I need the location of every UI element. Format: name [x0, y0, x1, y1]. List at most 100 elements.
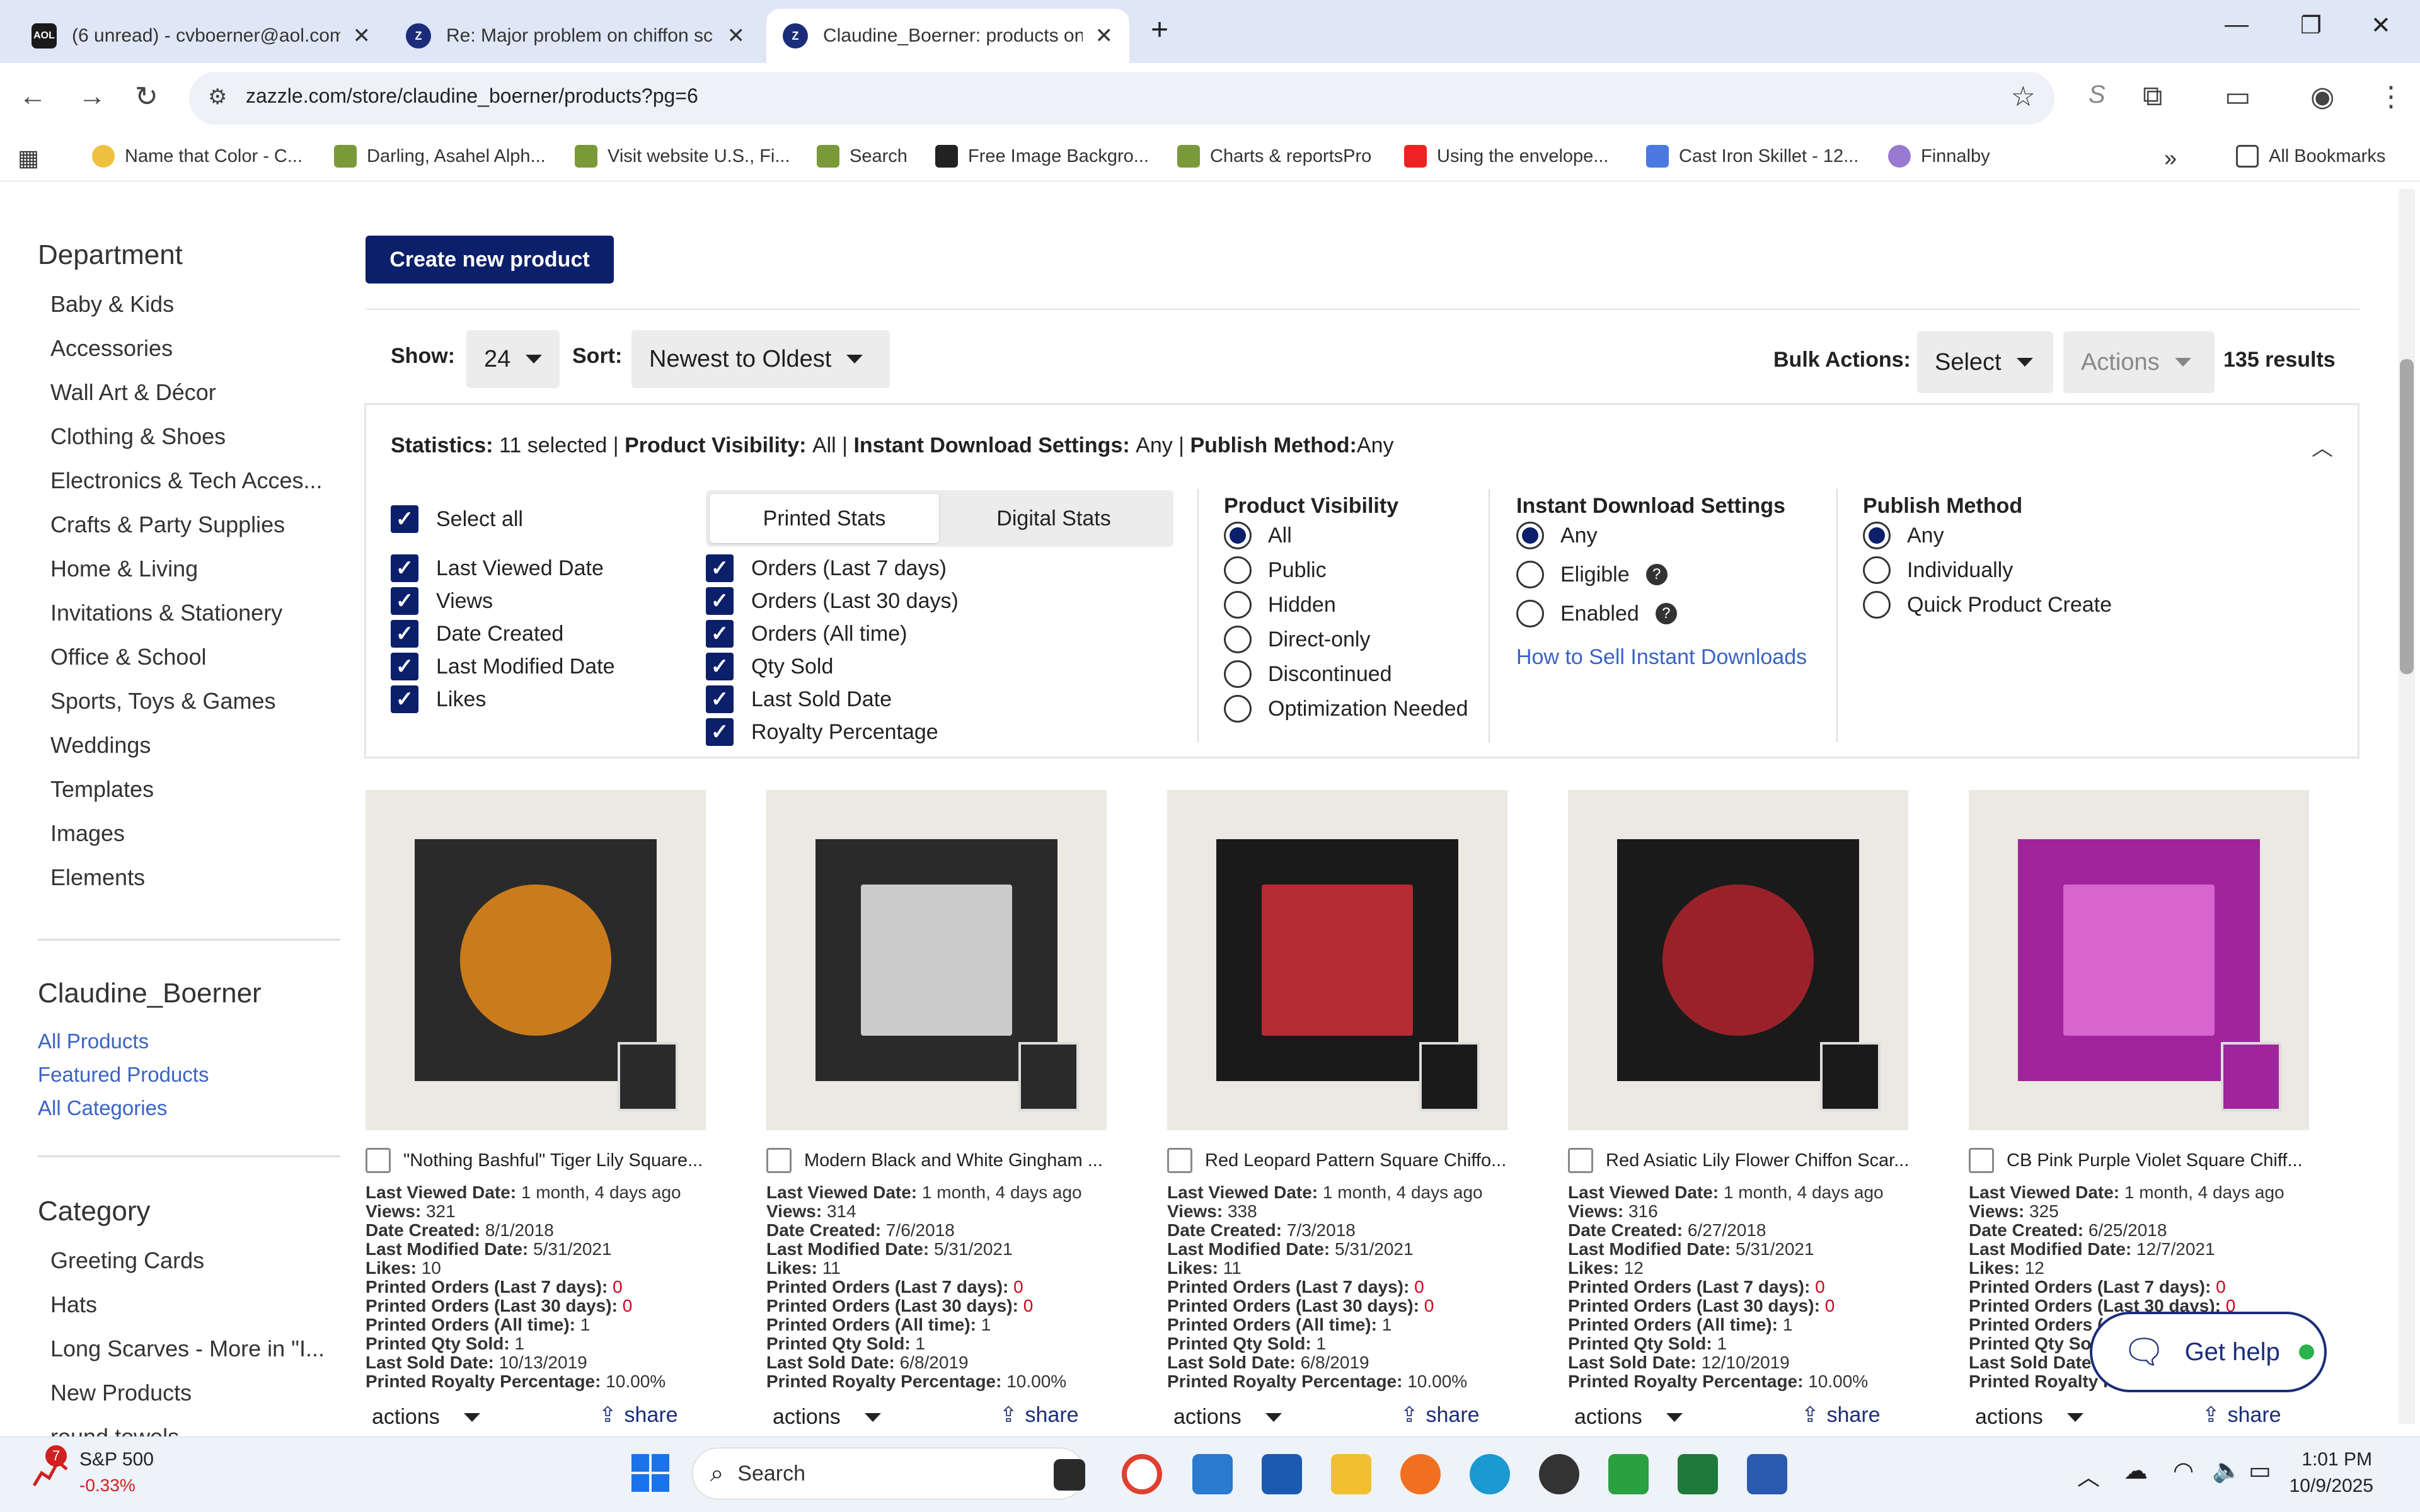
more-bookmarks-icon[interactable]: »: [2164, 145, 2177, 171]
product-image[interactable]: [766, 790, 1107, 1130]
minimize-icon[interactable]: —: [2225, 11, 2249, 38]
actions-dropdown[interactable]: actions: [1173, 1405, 1282, 1429]
category-item[interactable]: Long Scarves - More in "I...: [50, 1336, 325, 1362]
edge-icon[interactable]: [1470, 1454, 1510, 1494]
close-tab-icon[interactable]: ✕: [1095, 23, 1114, 49]
extension-s-icon[interactable]: S: [2089, 81, 2106, 109]
product-checkbox[interactable]: [366, 1148, 391, 1173]
actions-dropdown[interactable]: actions: [773, 1405, 881, 1429]
wifi-icon[interactable]: ◠: [2173, 1457, 2194, 1485]
cast-icon[interactable]: ▭: [2225, 81, 2251, 113]
product-checkbox[interactable]: [1167, 1148, 1192, 1173]
radio-option[interactable]: Direct-only: [1224, 626, 1370, 653]
radio-option[interactable]: Public: [1224, 556, 1327, 584]
department-item[interactable]: Invitations & Stationery: [50, 600, 282, 626]
stat-checkbox[interactable]: ✓ Orders (Last 30 days): [706, 587, 959, 615]
stat-checkbox[interactable]: ✓ Orders (All time): [706, 620, 907, 648]
bookmark-star-icon[interactable]: ☆: [2011, 81, 2036, 113]
stat-checkbox[interactable]: ✓ Date Created: [391, 620, 563, 648]
apps-grid-icon[interactable]: ▦: [18, 145, 39, 171]
address-bar[interactable]: ⚙ zazzle.com/store/claudine_boerner/prod…: [189, 72, 2054, 125]
forward-icon[interactable]: →: [78, 81, 106, 112]
get-help-button[interactable]: 🗨 Get help: [2090, 1312, 2327, 1392]
tray-overflow-icon[interactable]: ︿: [2077, 1459, 2100, 1492]
file-explorer-icon[interactable]: [1331, 1454, 1371, 1494]
close-tab-icon[interactable]: ✕: [727, 23, 746, 49]
tab-digital-stats[interactable]: Digital Stats: [939, 494, 1168, 543]
task-view-icon[interactable]: [1054, 1459, 1085, 1491]
extensions-icon[interactable]: ⧉: [2143, 81, 2162, 112]
stat-checkbox[interactable]: ✓ Last Sold Date: [706, 685, 892, 713]
category-item[interactable]: Hats: [50, 1292, 97, 1318]
bookmark-item[interactable]: Visit website U.S., Fi...: [575, 145, 790, 168]
excel-icon[interactable]: [1678, 1454, 1718, 1494]
radio-option[interactable]: Eligible?: [1516, 561, 1668, 588]
product-title[interactable]: "Nothing Bashful" Tiger Lily Square...: [403, 1150, 703, 1171]
product-title[interactable]: Red Leopard Pattern Square Chiffo...: [1205, 1150, 1506, 1171]
bookmark-item[interactable]: Cast Iron Skillet - 12...: [1646, 145, 1858, 168]
product-title[interactable]: Modern Black and White Gingham ...: [804, 1150, 1103, 1171]
department-item[interactable]: Office & School: [50, 644, 206, 670]
new-tab-icon[interactable]: +: [1151, 13, 1168, 47]
share-button[interactable]: ⇪ share: [1801, 1402, 1881, 1428]
radio-option[interactable]: Any: [1516, 522, 1598, 549]
battery-icon[interactable]: ▭: [2249, 1457, 2271, 1485]
sort-dropdown[interactable]: Newest to Oldest: [631, 330, 890, 388]
product-image[interactable]: [366, 790, 706, 1130]
product-title[interactable]: Red Asiatic Lily Flower Chiffon Scar...: [1606, 1150, 1909, 1171]
share-button[interactable]: ⇪ share: [599, 1402, 678, 1428]
help-icon[interactable]: ?: [1655, 603, 1677, 624]
bulk-select-dropdown[interactable]: Select: [1917, 331, 2053, 393]
reload-icon[interactable]: ↻: [135, 81, 158, 113]
product-checkbox[interactable]: [766, 1148, 792, 1173]
close-window-icon[interactable]: ✕: [2371, 11, 2391, 40]
collapse-chevron-icon[interactable]: ︿: [2312, 431, 2333, 462]
stat-checkbox[interactable]: ✓ Royalty Percentage: [706, 718, 938, 746]
share-button[interactable]: ⇪ share: [1400, 1402, 1480, 1428]
category-item[interactable]: Greeting Cards: [50, 1247, 204, 1274]
help-icon[interactable]: ?: [1645, 564, 1668, 585]
department-item[interactable]: Sports, Toys & Games: [50, 688, 275, 714]
stat-checkbox[interactable]: ✓ Likes: [391, 685, 486, 713]
category-item[interactable]: New Products: [50, 1380, 192, 1406]
store-link[interactable]: Featured Products: [38, 1063, 209, 1087]
product-checkbox[interactable]: [1969, 1148, 1994, 1173]
radio-option[interactable]: Hidden: [1224, 591, 1336, 619]
department-item[interactable]: Wall Art & Décor: [50, 379, 216, 406]
store-link[interactable]: All Categories: [38, 1096, 167, 1120]
store-link[interactable]: All Products: [38, 1029, 149, 1053]
radio-option[interactable]: Any: [1863, 522, 1944, 549]
product-image[interactable]: [1969, 790, 2309, 1130]
bookmark-item[interactable]: Using the envelope...: [1404, 145, 1608, 168]
radio-option[interactable]: Enabled?: [1516, 600, 1677, 627]
stat-checkbox[interactable]: ✓ Last Modified Date: [391, 653, 615, 680]
stat-checkbox[interactable]: ✓ Qty Sold: [706, 653, 833, 680]
actions-dropdown[interactable]: actions: [372, 1405, 480, 1429]
restore-icon[interactable]: ❐: [2300, 11, 2322, 40]
app-icon[interactable]: [1608, 1454, 1649, 1494]
actions-dropdown[interactable]: actions: [1574, 1405, 1683, 1429]
share-button[interactable]: ⇪ share: [2202, 1402, 2281, 1428]
photos-icon[interactable]: [1192, 1454, 1233, 1494]
tab-aol-mail[interactable]: AOL (6 unread) - cvboerner@aol.com ✕: [15, 9, 387, 63]
bookmark-item[interactable]: Charts & reportsPro: [1177, 145, 1371, 168]
radio-option[interactable]: All: [1224, 522, 1292, 549]
radio-option[interactable]: Discontinued: [1224, 660, 1392, 688]
show-dropdown[interactable]: 24: [466, 330, 560, 388]
bookmark-item[interactable]: Search: [817, 145, 908, 168]
tab-claudine-products[interactable]: Z Claudine_Boerner: products on ✕: [766, 9, 1129, 63]
scrollbar-thumb[interactable]: [2400, 359, 2414, 674]
radio-option[interactable]: Optimization Needed: [1224, 695, 1468, 723]
department-item[interactable]: Clothing & Shoes: [50, 423, 226, 450]
stat-checkbox[interactable]: ✓ Orders (Last 7 days): [706, 554, 947, 582]
bulk-actions-dropdown[interactable]: Actions: [2063, 331, 2215, 393]
radio-option[interactable]: Individually: [1863, 556, 2013, 584]
word-icon[interactable]: [1747, 1454, 1787, 1494]
menu-icon[interactable]: ⋮: [2377, 81, 2405, 113]
taskbar-search[interactable]: ⌕ Search: [692, 1448, 1085, 1499]
volume-icon[interactable]: 🔈: [2212, 1457, 2242, 1484]
actions-dropdown[interactable]: actions: [1975, 1405, 2083, 1429]
profile-icon[interactable]: ◉: [2310, 81, 2334, 113]
paint-icon[interactable]: [1539, 1454, 1579, 1494]
select-all-checkbox[interactable]: ✓ Select all: [391, 505, 523, 533]
